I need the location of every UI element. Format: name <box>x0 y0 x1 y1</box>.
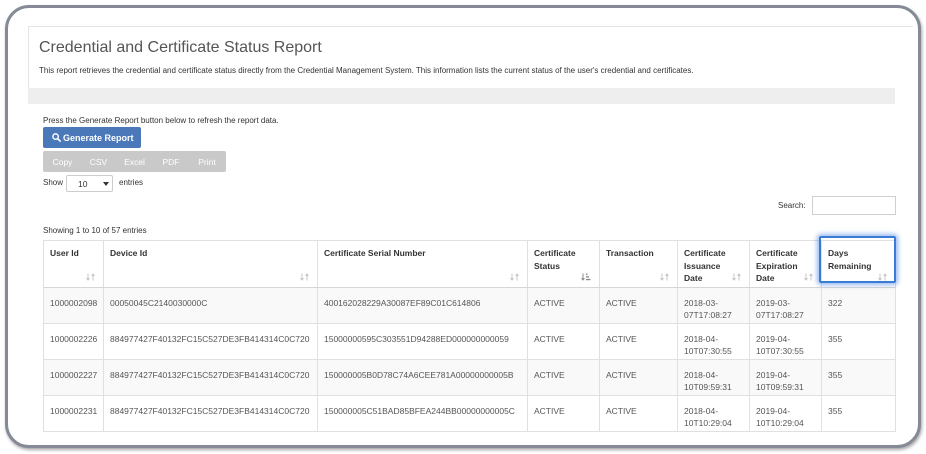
page-title: Credential and Certificate Status Report <box>39 39 322 56</box>
cell-transaction: ACTIVE <box>599 359 678 396</box>
cell-serial-number: 150000005C51BAD85BFEA244BB00000000005C <box>317 395 528 432</box>
column-header-certificate-status[interactable]: Certificate Status <box>527 240 600 288</box>
cell-transaction: ACTIVE <box>599 395 678 432</box>
column-label: Transaction <box>606 248 654 258</box>
column-header-expiration-date[interactable]: Certificate Expiration Date <box>749 240 822 288</box>
column-header-days-remaining[interactable]: Days Remaining <box>821 240 896 288</box>
column-label: Device Id <box>110 248 148 258</box>
cell-days-remaining: 355 <box>821 395 896 432</box>
sort-icon <box>878 273 887 281</box>
cell-certificate-status: ACTIVE <box>527 359 600 396</box>
cell-issuance-date: 2018-03-07T17:08:27 <box>677 287 750 324</box>
cell-serial-number: 400162028229A30087EF89C01C614806 <box>317 287 528 324</box>
cell-expiration-date: 2019-04-10T10:29:04 <box>749 395 822 432</box>
generate-report-button[interactable]: Generate Report <box>43 127 141 148</box>
cell-expiration-date: 2019-04-10T09:59:31 <box>749 359 822 396</box>
sort-asc-icon <box>581 273 591 281</box>
cell-expiration-date: 2019-03-07T17:08:27 <box>749 287 822 324</box>
table-row: 1000002231 884977427F40132FC15C527DE3FB4… <box>43 395 896 432</box>
csv-button[interactable]: CSV <box>82 151 115 172</box>
cell-user-id: 1000002231 <box>43 395 104 432</box>
table-header-row: User Id Device Id Certificate Serial Num… <box>43 240 896 288</box>
export-button-group: Copy CSV Excel PDF Print <box>43 151 226 172</box>
cell-days-remaining: 355 <box>821 323 896 360</box>
generate-report-label: Generate Report <box>63 132 134 143</box>
cell-issuance-date: 2018-04-10T07:30:55 <box>677 323 750 360</box>
print-button[interactable]: Print <box>188 151 226 172</box>
cell-certificate-status: ACTIVE <box>527 287 600 324</box>
cell-device-id: 884977427F40132FC15C527DE3FB414314C0C720 <box>103 323 318 360</box>
cell-device-id: 00050045C2140030000C <box>103 287 318 324</box>
sort-icon <box>732 273 741 281</box>
show-label: Show <box>43 178 64 187</box>
cell-user-id: 1000002226 <box>43 323 104 360</box>
column-header-user-id[interactable]: User Id <box>43 240 104 288</box>
page-length-select[interactable]: 10 <box>66 175 113 192</box>
entries-label: entries <box>119 178 144 187</box>
cell-certificate-status: ACTIVE <box>527 395 600 432</box>
cell-transaction: ACTIVE <box>599 323 678 360</box>
excel-button[interactable]: Excel <box>115 151 154 172</box>
divider-band <box>28 88 895 104</box>
search-icon <box>52 133 61 142</box>
cell-user-id: 1000002227 <box>43 359 104 396</box>
report-description: This report retrieves the credential and… <box>39 66 694 75</box>
table-row: 1000002226 884977427F40132FC15C527DE3FB4… <box>43 323 896 360</box>
search-label: Search: <box>778 201 806 210</box>
column-header-serial-number[interactable]: Certificate Serial Number <box>317 240 528 288</box>
cell-days-remaining: 322 <box>821 287 896 324</box>
cell-issuance-date: 2018-04-10T10:29:04 <box>677 395 750 432</box>
column-header-issuance-date[interactable]: Certificate Issuance Date <box>677 240 750 288</box>
report-table: User Id Device Id Certificate Serial Num… <box>43 240 896 432</box>
column-header-device-id[interactable]: Device Id <box>103 240 318 288</box>
instruction-text: Press the Generate Report button below t… <box>43 116 279 125</box>
column-label: Days Remaining <box>828 248 872 271</box>
sort-icon <box>660 273 669 281</box>
table-info: Showing 1 to 10 of 57 entries <box>43 226 147 235</box>
cell-certificate-status: ACTIVE <box>527 323 600 360</box>
sort-icon <box>300 273 309 281</box>
sort-icon <box>86 273 95 281</box>
table-row: 1000002098 00050045C2140030000C 40016202… <box>43 287 896 324</box>
column-label: User Id <box>50 248 79 258</box>
cell-device-id: 884977427F40132FC15C527DE3FB414314C0C720 <box>103 395 318 432</box>
column-label: Certificate Serial Number <box>324 248 426 258</box>
search-input[interactable] <box>812 196 896 215</box>
table-row: 1000002227 884977427F40132FC15C527DE3FB4… <box>43 359 896 396</box>
cell-user-id: 1000002098 <box>43 287 104 324</box>
column-label: Certificate Issuance Date <box>684 248 726 283</box>
cell-days-remaining: 355 <box>821 359 896 396</box>
column-header-transaction[interactable]: Transaction <box>599 240 678 288</box>
cell-transaction: ACTIVE <box>599 287 678 324</box>
column-label: Certificate Status <box>534 248 576 271</box>
caret-down-icon <box>103 182 109 186</box>
pdf-button[interactable]: PDF <box>154 151 188 172</box>
copy-button[interactable]: Copy <box>43 151 82 172</box>
cell-expiration-date: 2019-04-10T07:30:55 <box>749 323 822 360</box>
column-label: Certificate Expiration Date <box>756 248 798 283</box>
sort-icon <box>510 273 519 281</box>
cell-serial-number: 150000005B0D78C74A6CEE781A00000000005B <box>317 359 528 396</box>
sort-icon <box>804 273 813 281</box>
page-length-value: 10 <box>78 179 88 189</box>
cell-serial-number: 15000000595C303551D94288ED000000000059 <box>317 323 528 360</box>
cell-device-id: 884977427F40132FC15C527DE3FB414314C0C720 <box>103 359 318 396</box>
cell-issuance-date: 2018-04-10T09:59:31 <box>677 359 750 396</box>
